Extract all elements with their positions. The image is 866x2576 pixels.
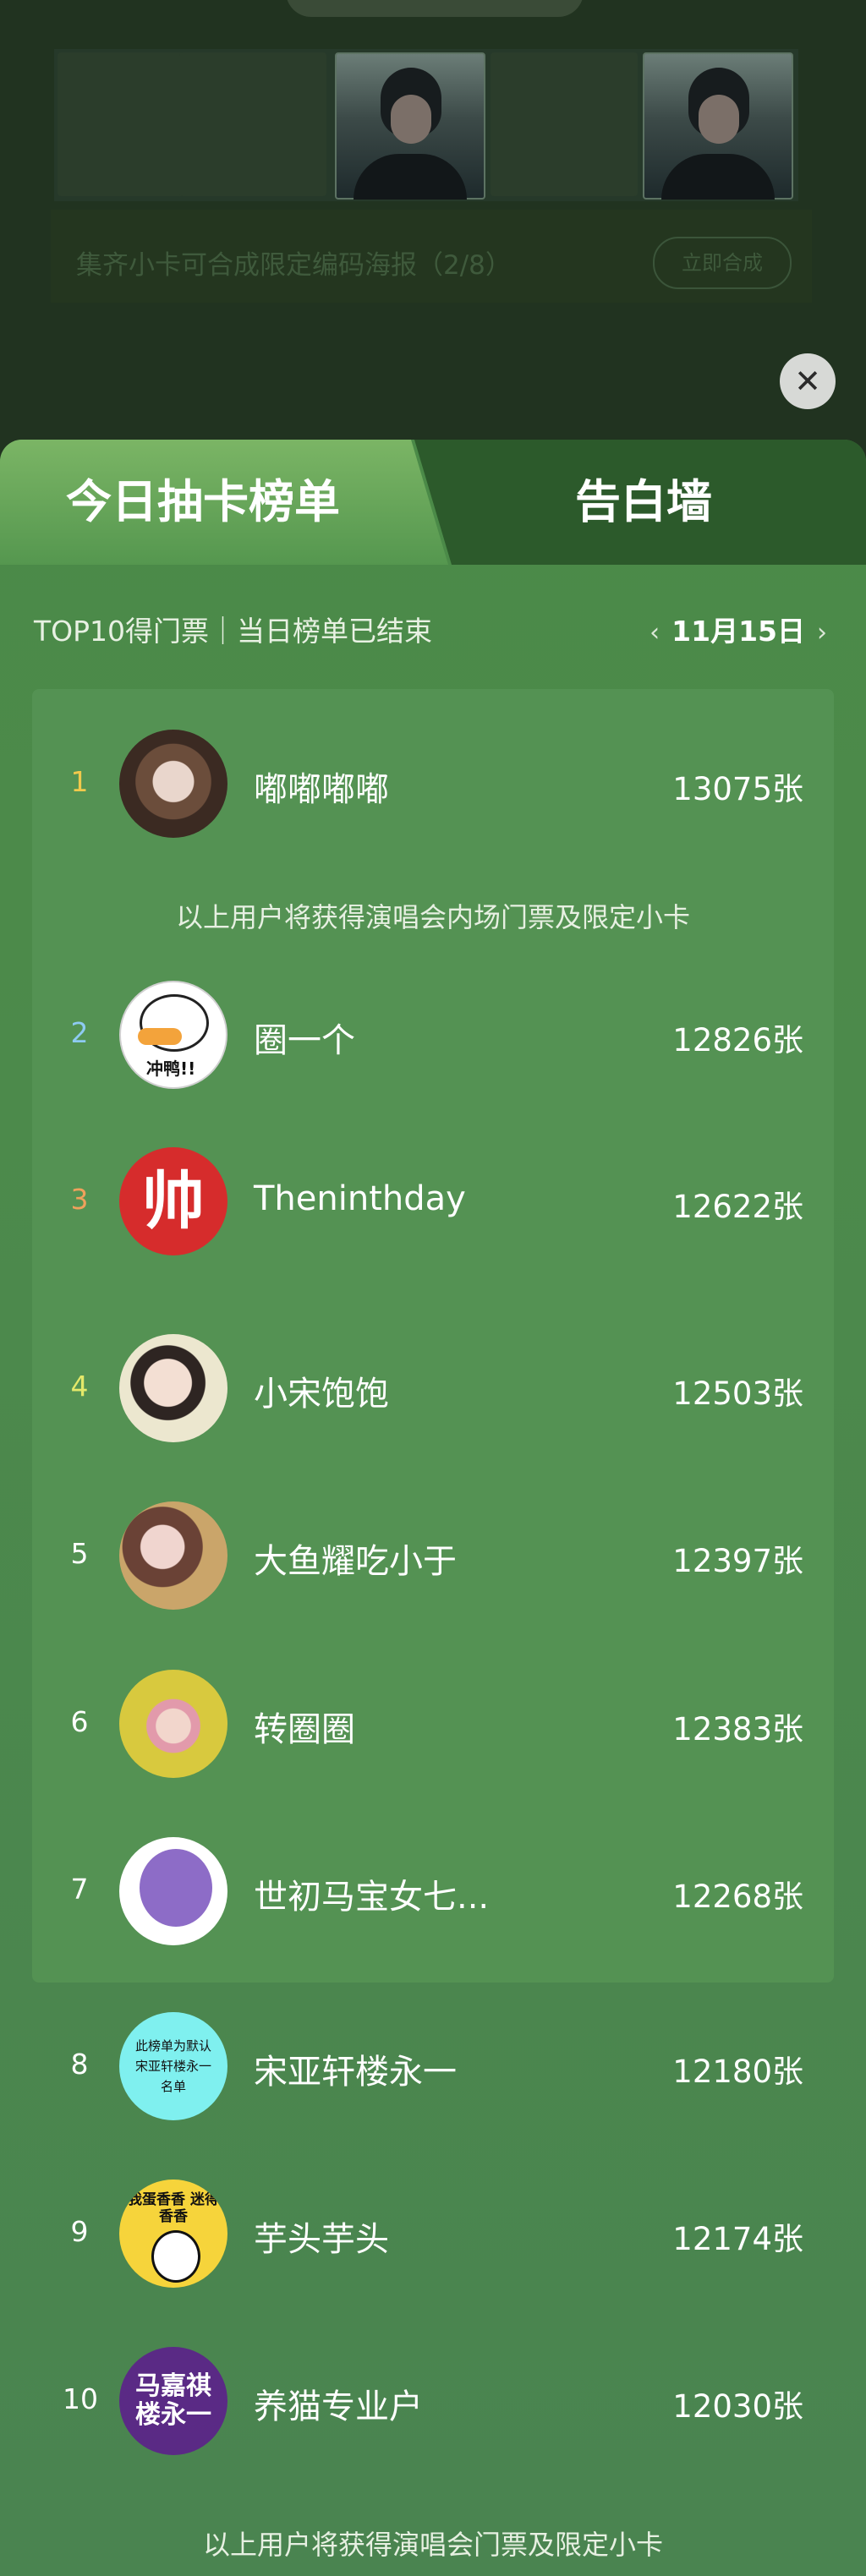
user-name: Theninthday (254, 1179, 466, 1218)
avatar-text: 我蛋香香 迷得香香 (128, 2191, 219, 2225)
user-name: 转圈圈 (254, 1710, 355, 1749)
top1-reward-note: 以上用户将获得演唱会内场门票及限定小卡 (175, 901, 690, 933)
ranking-row[interactable]: 6 转圈圈 12383张 (0, 1663, 866, 1790)
prev-date-button[interactable]: ‹ (650, 618, 660, 648)
user-name: 大鱼耀吃小于 (254, 1542, 457, 1581)
card-thumbnail-collected (335, 52, 485, 200)
card-count: 12030张 (672, 2388, 803, 2425)
tab-confession-wall[interactable]: 告白墙 (414, 440, 866, 565)
ranking-row[interactable]: 2 冲鸭!! 圈一个 12826张 (0, 974, 866, 1101)
beak-icon (138, 1028, 182, 1045)
compose-banner-text: 集齐小卡可合成限定编码海报（2/8） (76, 250, 512, 281)
card-count: 12174张 (672, 2221, 803, 2257)
background-pill (286, 0, 584, 17)
ranking-row[interactable]: 9 我蛋香香 迷得香香 芋头芋头 12174张 (0, 2173, 866, 2300)
avatar: 马嘉祺 楼永一 (119, 2347, 227, 2455)
rank-number: 8 (70, 2048, 89, 2081)
avatar-text-line: 名单 (160, 2079, 186, 2094)
card-thumbnail-collected (643, 52, 793, 200)
avatar (119, 1670, 227, 1778)
purple-ball-icon (140, 1849, 212, 1927)
date-navigator: ‹ 11月15日 › (650, 609, 827, 649)
user-name: 圈一个 (254, 1021, 355, 1060)
avatar: 我蛋香香 迷得香香 (119, 2179, 227, 2288)
rank-number: 1 (70, 765, 89, 798)
current-date: 11月15日 (671, 615, 805, 648)
avatar-text-line: 楼永一 (135, 2400, 211, 2430)
card-count: 12397张 (672, 1543, 803, 1579)
next-date-button[interactable]: › (817, 618, 827, 648)
egg-icon (151, 2230, 200, 2283)
ranking-row[interactable]: 7 世初马宝女七... 12268张 (0, 1830, 866, 1957)
avatar: 帅 (119, 1147, 227, 1255)
avatar (119, 1837, 227, 1945)
card-count: 12622张 (672, 1189, 803, 1225)
ranking-row[interactable]: 10 马嘉祺 楼永一 养猫专业户 12030张 (0, 2340, 866, 2467)
card-thumbnail (491, 52, 638, 196)
user-name: 世初马宝女七... (254, 1878, 490, 1917)
user-name: 芋头芋头 (254, 2220, 389, 2259)
user-name: 养猫专业户 (254, 2387, 423, 2426)
card-count: 13075张 (672, 771, 803, 807)
avatar: 冲鸭!! (119, 981, 227, 1089)
avatar-text-line: 宋亚轩楼永一 (134, 2059, 211, 2074)
card-thumbnail (179, 52, 326, 196)
card-count: 12180张 (672, 2054, 803, 2090)
rank-number: 6 (70, 1705, 89, 1738)
ranking-sheet: 告白墙 今日抽卡榜单 TOP10得门票｜当日榜单已结束 ‹ 11月15日 › 1 嘟… (0, 440, 866, 2576)
avatar-text-line: 马嘉祺 (135, 2371, 211, 2401)
ranking-row[interactable]: 5 大鱼耀吃小于 12397张 (0, 1495, 866, 1622)
top10-reward-note: 以上用户将获得演唱会门票及限定小卡 (202, 2529, 663, 2561)
rank-number: 4 (70, 1370, 89, 1403)
rank-number: 2 (70, 1016, 89, 1049)
avatar (119, 1501, 227, 1610)
ranking-row[interactable]: 4 小宋饱饱 12503张 (0, 1327, 866, 1454)
user-name: 小宋饱饱 (254, 1375, 389, 1414)
rank-number: 7 (70, 1873, 89, 1906)
avatar-text-line: 此榜单为默认 (134, 2038, 211, 2054)
background-page: 集齐小卡可合成限定编码海报（2/8） 立即合成 (0, 0, 866, 473)
card-count: 12826张 (672, 1022, 803, 1058)
card-count: 12503张 (672, 1376, 803, 1412)
close-button[interactable]: ✕ (780, 353, 836, 409)
card-count: 12383张 (672, 1711, 803, 1747)
avatar-text: 冲鸭!! (146, 1058, 196, 1079)
ranking-row[interactable]: 3 帅 Theninthday 12622张 (0, 1140, 866, 1267)
user-name: 嘟嘟嘟嘟 (254, 770, 389, 809)
avatar (119, 730, 227, 838)
ranking-info: TOP10得门票｜当日榜单已结束 (34, 615, 433, 648)
avatar: 此榜单为默认 宋亚轩楼永一 名单 (119, 2012, 227, 2120)
rank-number: 3 (70, 1183, 89, 1216)
compose-button: 立即合成 (653, 237, 792, 289)
ranking-row[interactable]: 8 此榜单为默认 宋亚轩楼永一 名单 宋亚轩楼永一 12180张 (0, 2005, 866, 2132)
tab-daily-ranking[interactable]: 今日抽卡榜单 (0, 440, 448, 565)
rank-number: 9 (70, 2215, 89, 2248)
rank-number: 10 (63, 2382, 98, 2415)
user-name: 宋亚轩楼永一 (254, 2053, 457, 2092)
ranking-row[interactable]: 1 嘟嘟嘟嘟 13075张 (0, 723, 866, 850)
rank-number: 5 (70, 1537, 89, 1570)
avatar (119, 1334, 227, 1442)
card-count: 12268张 (672, 1879, 803, 1915)
